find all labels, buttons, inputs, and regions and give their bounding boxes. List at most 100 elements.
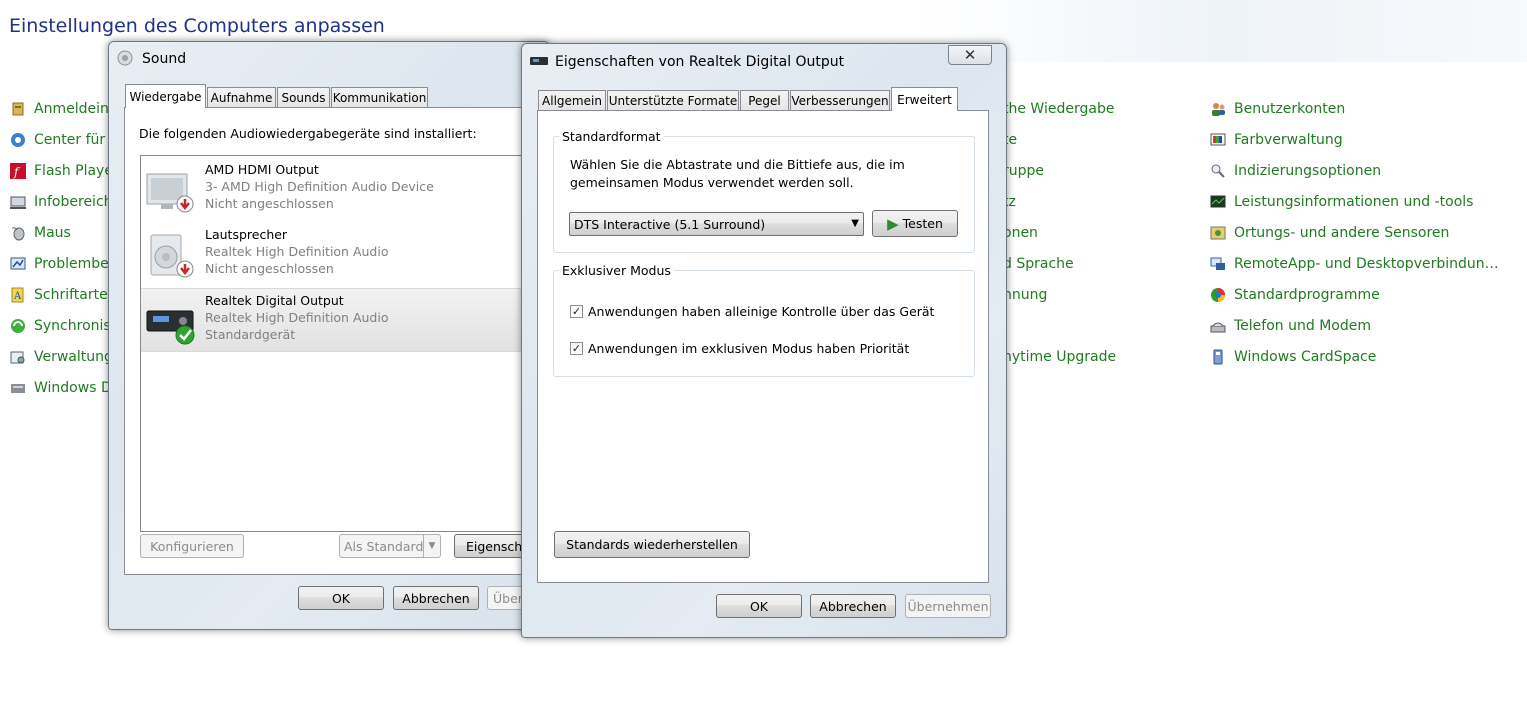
play-icon: ▶ — [887, 214, 899, 233]
digital-output-icon — [530, 54, 548, 70]
sound-window-title: Sound — [142, 51, 187, 67]
device-status: Nicht angeschlossen — [205, 261, 334, 276]
test-button-label: Testen — [902, 216, 943, 231]
device-status: Standardgerät — [205, 327, 296, 342]
cp-item-infobereich[interactable]: Infobereich — [9, 191, 113, 213]
windows-defender-icon — [9, 379, 27, 397]
tab-pegel[interactable]: Pegel — [740, 90, 789, 111]
cp-item-middle-5[interactable]: onen — [1003, 222, 1038, 244]
restore-defaults-button[interactable]: Standards wiederherstellen — [554, 531, 750, 558]
digital-output-device-icon — [145, 299, 197, 347]
flash-player-icon: f — [9, 162, 27, 180]
format-select-value: DTS Interactive (5.1 Surround) — [574, 217, 766, 232]
cp-item-verwaltung[interactable]: Verwaltung — [9, 346, 113, 368]
playback-description: Die folgenden Audiowiedergabegeräte sind… — [139, 126, 477, 141]
mouse-icon — [9, 224, 27, 242]
test-button[interactable]: ▶ Testen — [872, 210, 958, 237]
close-icon: ✕ — [963, 46, 977, 64]
indexing-options-icon — [1209, 162, 1227, 180]
tab-verbesserungen[interactable]: Verbesserungen — [790, 90, 890, 111]
default-programs-icon — [1209, 286, 1227, 304]
apply-button[interactable]: Übernehmen — [905, 594, 991, 618]
tab-allgemein[interactable]: Allgemein — [538, 90, 606, 111]
cp-item-middle-3[interactable]: ruppe — [1003, 160, 1044, 182]
cp-item-synchronisierung[interactable]: Synchronisi — [9, 315, 115, 337]
cp-item-maus[interactable]: Maus — [9, 222, 71, 244]
set-default-button[interactable]: Als Standard ▼ — [339, 534, 441, 558]
fonts-icon: A — [9, 286, 27, 304]
advanced-panel: Standardformat Wählen Sie die Abtastrate… — [537, 110, 989, 583]
performance-icon — [1209, 193, 1227, 211]
tab-kommunikation[interactable]: Kommunikation — [331, 87, 428, 108]
device-driver: 3- AMD High Definition Audio Device — [205, 179, 434, 194]
cp-item-farbverwaltung[interactable]: Farbverwaltung — [1209, 129, 1343, 151]
cancel-button[interactable]: Abbrechen — [810, 594, 896, 618]
close-button[interactable]: ✕ — [948, 45, 992, 65]
configure-button[interactable]: Konfigurieren — [140, 534, 244, 558]
cp-item-middle-9[interactable]: nytime Upgrade — [1003, 346, 1116, 368]
speaker-device-icon — [145, 233, 197, 281]
cp-item-indizierungsoptionen[interactable]: Indizierungsoptionen — [1209, 160, 1381, 182]
speaker-icon — [117, 50, 133, 66]
cp-item-schriftarten[interactable]: A Schriftarter — [9, 284, 113, 306]
cp-item-windows-cardspace[interactable]: Windows CardSpace — [1209, 346, 1376, 368]
chevron-down-icon: ▼ — [851, 218, 859, 229]
page-title: Einstellungen des Computers anpassen — [9, 15, 385, 37]
monitor-device-icon — [145, 168, 197, 216]
tab-erweitert[interactable]: Erweitert — [891, 87, 958, 111]
cp-item-remoteapp[interactable]: RemoteApp- und Desktopverbindun… — [1209, 253, 1499, 275]
standard-format-description-2: gemeinsamen Modus verwendet werden soll. — [570, 175, 854, 190]
sensors-icon — [1209, 224, 1227, 242]
device-name: Realtek Digital Output — [205, 293, 344, 308]
device-name: Lautsprecher — [205, 227, 288, 242]
device-realtek-digital-output[interactable]: Realtek Digital Output Realtek High Defi… — [141, 288, 544, 352]
tab-sounds[interactable]: Sounds — [277, 87, 330, 108]
exclusive-priority-checkbox[interactable]: ✓ — [570, 342, 583, 355]
format-select[interactable]: DTS Interactive (5.1 Surround) ▼ — [569, 212, 864, 236]
cp-item-problembehandlung[interactable]: Problembe — [9, 253, 109, 275]
cp-item-flash-player[interactable]: f Flash Playe — [9, 160, 113, 182]
device-amd-hdmi[interactable]: AMD HDMI Output 3- AMD High Definition A… — [141, 158, 544, 220]
phone-modem-icon — [1209, 317, 1227, 335]
notification-area-icon — [9, 193, 27, 211]
cp-item-anmeldeinformationen[interactable]: Anmeldein — [9, 98, 109, 120]
cardspace-icon — [1209, 348, 1227, 366]
cp-item-middle-6[interactable]: d Sprache — [1003, 253, 1074, 275]
device-lautsprecher[interactable]: Lautsprecher Realtek High Definition Aud… — [141, 223, 544, 285]
chevron-down-icon: ▼ — [423, 535, 440, 557]
exclusive-priority-label: Anwendungen im exklusiven Modus haben Pr… — [588, 341, 910, 356]
standard-format-description-1: Wählen Sie die Abtastrate und die Bittie… — [570, 157, 905, 172]
exclusive-control-checkbox[interactable]: ✓ — [570, 305, 583, 318]
device-list: AMD HDMI Output 3- AMD High Definition A… — [140, 155, 545, 532]
exclusive-control-label: Anwendungen haben alleinige Kontrolle üb… — [588, 304, 935, 319]
tab-unterstuetzte-formate[interactable]: Unterstützte Formate — [607, 90, 739, 111]
ok-button[interactable]: OK — [298, 586, 384, 610]
cp-item-middle-1[interactable]: the Wiedergabe — [1003, 98, 1114, 120]
set-default-label: Als Standard — [344, 538, 424, 554]
administrative-tools-icon — [9, 348, 27, 366]
cp-item-benutzerkonten[interactable]: Benutzerkonten — [1209, 98, 1345, 120]
tab-wiedergabe[interactable]: Wiedergabe — [125, 84, 206, 108]
properties-window: Eigenschaften von Realtek Digital Output… — [521, 43, 1007, 638]
cp-item-telefon-modem[interactable]: Telefon und Modem — [1209, 315, 1371, 337]
standard-format-label: Standardformat — [559, 129, 664, 144]
ok-button[interactable]: OK — [716, 594, 802, 618]
cancel-button[interactable]: Abbrechen — [393, 586, 479, 610]
cp-item-standardprogramme[interactable]: Standardprogramme — [1209, 284, 1380, 306]
cp-item-center[interactable]: Center für e — [9, 129, 118, 151]
tab-aufnahme[interactable]: Aufnahme — [207, 87, 276, 108]
device-driver: Realtek High Definition Audio — [205, 244, 389, 259]
remoteapp-icon — [1209, 255, 1227, 273]
sound-window: Sound Wiedergabe Aufnahme Sounds Kommuni… — [108, 41, 550, 630]
playback-panel: Die folgenden Audiowiedergabegeräte sind… — [124, 107, 549, 575]
exclusive-mode-group — [553, 270, 975, 377]
device-driver: Realtek High Definition Audio — [205, 310, 389, 325]
ease-of-access-icon — [9, 131, 27, 149]
cp-item-middle-7[interactable]: nnung — [1003, 284, 1047, 306]
cp-item-ortungssensoren[interactable]: Ortungs- und andere Sensoren — [1209, 222, 1449, 244]
device-status: Nicht angeschlossen — [205, 196, 334, 211]
cp-item-leistungsinformationen[interactable]: Leistungsinformationen und -tools — [1209, 191, 1473, 213]
cp-item-windows-defender[interactable]: Windows D — [9, 377, 112, 399]
user-accounts-icon — [1209, 100, 1227, 118]
exclusive-mode-label: Exklusiver Modus — [559, 263, 674, 278]
